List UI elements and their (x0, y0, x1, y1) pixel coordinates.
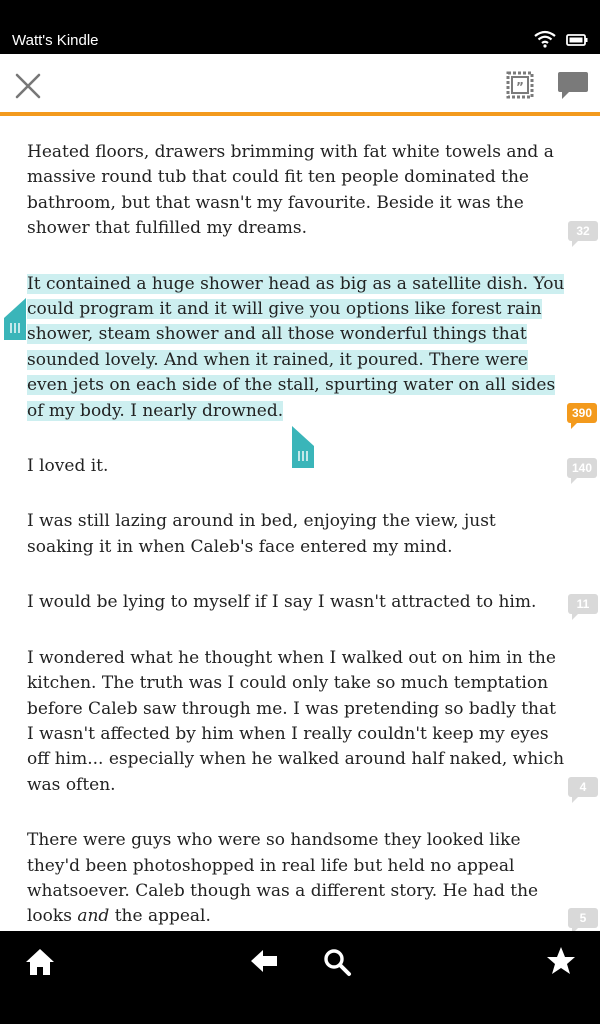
comment-count-badge[interactable]: 32 (568, 221, 598, 247)
selection-start-handle[interactable] (2, 298, 28, 342)
star-icon[interactable] (546, 946, 576, 976)
quote-frame-icon[interactable]: ” (505, 70, 535, 100)
back-arrow-icon[interactable] (249, 947, 279, 975)
selection-end-handle[interactable] (290, 426, 316, 470)
paragraph: I was still lazing around in bed, enjoyi… (27, 511, 496, 557)
search-icon[interactable] (322, 947, 352, 977)
home-icon[interactable] (24, 947, 56, 977)
comment-count-badge-active[interactable]: 390 (567, 403, 597, 429)
close-icon[interactable] (14, 72, 42, 100)
device-name: Watt's Kindle (12, 32, 99, 49)
paragraph: I wondered what he thought when I walked… (27, 647, 565, 795)
paragraph: I would be lying to myself if I say I wa… (27, 592, 537, 613)
highlighted-text[interactable]: It contained a huge shower head as big a… (27, 273, 565, 421)
svg-text:”: ” (516, 80, 524, 94)
comment-icon[interactable] (557, 70, 589, 100)
comment-count-badge[interactable]: 5 (568, 908, 598, 934)
comment-count-badge[interactable]: 4 (568, 777, 598, 803)
book-content: Heated floors, drawers brimming with fat… (27, 140, 567, 930)
comment-count-badge[interactable]: 11 (568, 594, 598, 620)
paragraph-highlighted[interactable]: It contained a huge shower head as big a… (27, 272, 567, 424)
comment-count-badge[interactable]: 140 (567, 458, 597, 484)
battery-icon (566, 34, 588, 46)
paragraph: Heated floors, drawers brimming with fat… (27, 142, 554, 239)
status-bar: Watt's Kindle (0, 0, 600, 54)
bottom-nav-bar (0, 931, 600, 1024)
paragraph: There were guys who were so handsome the… (27, 830, 539, 927)
wifi-icon (534, 30, 556, 48)
toolbar-accent-line (0, 112, 600, 116)
